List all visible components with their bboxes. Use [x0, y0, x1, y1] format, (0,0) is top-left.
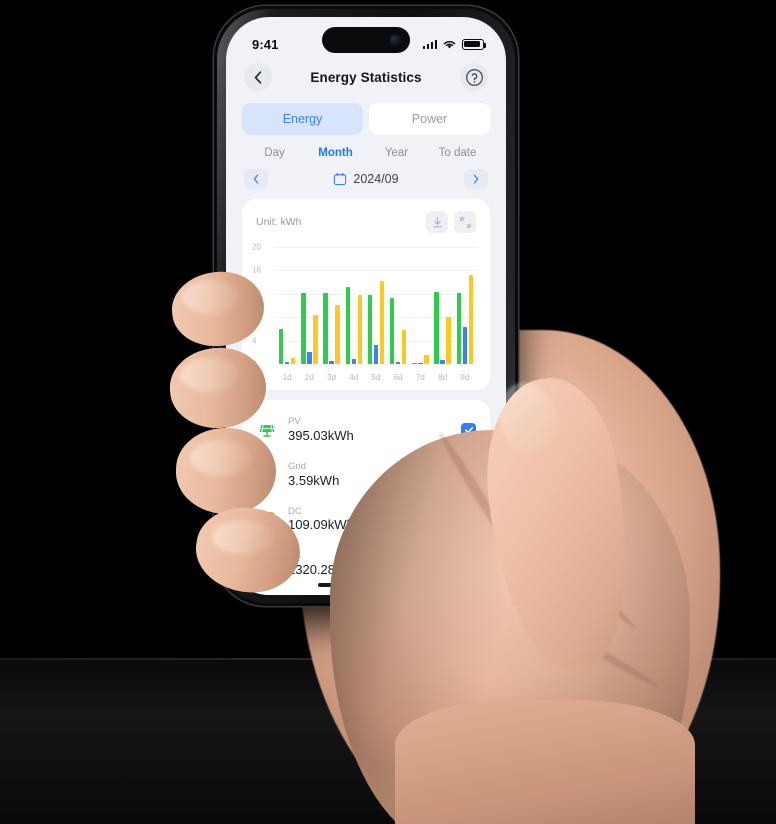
- dynamic-island: [322, 27, 410, 53]
- bar-pv: [434, 292, 439, 364]
- chart-plot-area: [276, 247, 476, 364]
- chevron-right-icon: [473, 174, 479, 184]
- bar-group[interactable]: [276, 247, 298, 364]
- bar-pv: [456, 293, 462, 364]
- date-navigator: 2024/09: [226, 169, 506, 199]
- bar-group[interactable]: [343, 247, 365, 364]
- legend-name: PV: [288, 416, 301, 427]
- bar-grid: [351, 359, 357, 364]
- finger-pinky-highlight: [212, 520, 274, 554]
- bar-grid: [307, 352, 312, 364]
- download-button[interactable]: [426, 211, 448, 233]
- y-axis-tick: 16: [252, 265, 261, 275]
- bar-pv: [301, 293, 306, 364]
- chart-actions: [426, 211, 476, 233]
- y-axis-tick: 4: [252, 336, 257, 346]
- tab-energy[interactable]: Energy: [242, 103, 363, 135]
- fullscreen-button[interactable]: [454, 211, 476, 233]
- current-date[interactable]: 2024/09: [333, 172, 399, 186]
- tab-month[interactable]: Month: [305, 147, 366, 159]
- bar-grid: [418, 363, 423, 364]
- finger-index-highlight: [182, 280, 240, 314]
- next-period-button[interactable]: [464, 169, 488, 189]
- chart-x-axis: 1d 2d 3d 4d 5d 6d 7d 8d 9d: [276, 373, 476, 382]
- wifi-icon: [443, 40, 456, 48]
- bar-grid: [329, 360, 334, 364]
- bar-ac: [379, 280, 385, 364]
- calendar-icon: [334, 172, 347, 186]
- bar-ac: [424, 355, 429, 364]
- front-camera-icon: [390, 34, 401, 46]
- screenshot-stage: 9:41 Energy Statistics Energy Power Day …: [0, 0, 776, 824]
- download-icon: [432, 216, 442, 227]
- gridline: [274, 364, 478, 365]
- bar-ac: [335, 304, 340, 364]
- page-title: Energy Statistics: [310, 69, 422, 85]
- tab-power[interactable]: Power: [369, 103, 490, 135]
- bar-grid: [284, 361, 290, 364]
- navigation-bar: Energy Statistics: [226, 61, 506, 103]
- tab-day[interactable]: Day: [244, 147, 305, 159]
- x-axis-label: 4d: [349, 373, 359, 382]
- bar-pv: [412, 363, 417, 364]
- tab-year[interactable]: Year: [366, 147, 427, 159]
- bar-pv: [389, 297, 395, 364]
- cellular-signal-icon: [422, 39, 437, 49]
- chart-card: Unit: kWh 4 16 20 1d 2d 3d 4d 5d 6d 7d 8…: [242, 199, 490, 390]
- bar-ac: [401, 329, 407, 364]
- question-mark-circle-icon: [465, 68, 483, 86]
- tab-to-date[interactable]: To date: [427, 147, 488, 159]
- unit-label: Unit: kWh: [256, 216, 302, 228]
- bar-group[interactable]: [432, 247, 454, 364]
- help-button[interactable]: [460, 63, 488, 91]
- chevron-left-icon: [254, 70, 262, 84]
- battery-icon: [462, 38, 487, 50]
- bar-ac: [357, 294, 363, 364]
- period-tabs: Day Month Year To date: [226, 145, 506, 169]
- wrist: [395, 700, 695, 824]
- expand-fullscreen-icon: [459, 216, 471, 228]
- date-value: 2024/09: [353, 172, 399, 186]
- bar-grid: [373, 345, 379, 364]
- x-axis-label: 8d: [438, 373, 448, 382]
- finger-ring-highlight: [190, 440, 252, 476]
- bar-ac: [313, 315, 318, 364]
- status-time: 9:41: [252, 36, 279, 52]
- bar-pv: [367, 294, 373, 364]
- status-indicators: [422, 38, 487, 50]
- x-axis-label: 5d: [371, 373, 381, 382]
- bar-grid: [440, 359, 445, 364]
- bar-pv: [345, 287, 351, 364]
- bar-ac: [290, 358, 296, 364]
- x-axis-label: 7d: [415, 373, 425, 382]
- x-axis-label: 1d: [282, 373, 292, 382]
- bar-group[interactable]: [409, 247, 431, 364]
- x-axis-label: 9d: [460, 373, 470, 382]
- bar-group[interactable]: [365, 247, 387, 364]
- bar-group[interactable]: [454, 247, 476, 364]
- x-axis-label: 6d: [393, 373, 403, 382]
- back-button[interactable]: [244, 63, 272, 91]
- previous-period-button[interactable]: [244, 169, 268, 189]
- energy-bar-chart: 048121620 1d2d3d4d5d6d7d8d9d: [252, 243, 480, 382]
- bar-ac: [468, 274, 474, 364]
- bar-pv: [323, 293, 328, 364]
- finger-middle-highlight: [180, 358, 240, 392]
- chart-card-header: Unit: kWh: [252, 211, 480, 237]
- chevron-left-icon: [253, 174, 259, 184]
- x-axis-label: 3d: [327, 373, 336, 382]
- bar-grid: [462, 326, 468, 364]
- x-axis-label: 2d: [304, 373, 314, 382]
- bar-ac: [446, 317, 451, 364]
- mode-segmented-control: Energy Power: [242, 103, 490, 135]
- y-axis-tick: 20: [252, 242, 261, 252]
- bar-group[interactable]: [298, 247, 320, 364]
- bar-group[interactable]: [320, 247, 342, 364]
- bar-group[interactable]: [387, 247, 409, 364]
- bar-grid: [395, 361, 401, 364]
- bar-pv: [278, 328, 284, 364]
